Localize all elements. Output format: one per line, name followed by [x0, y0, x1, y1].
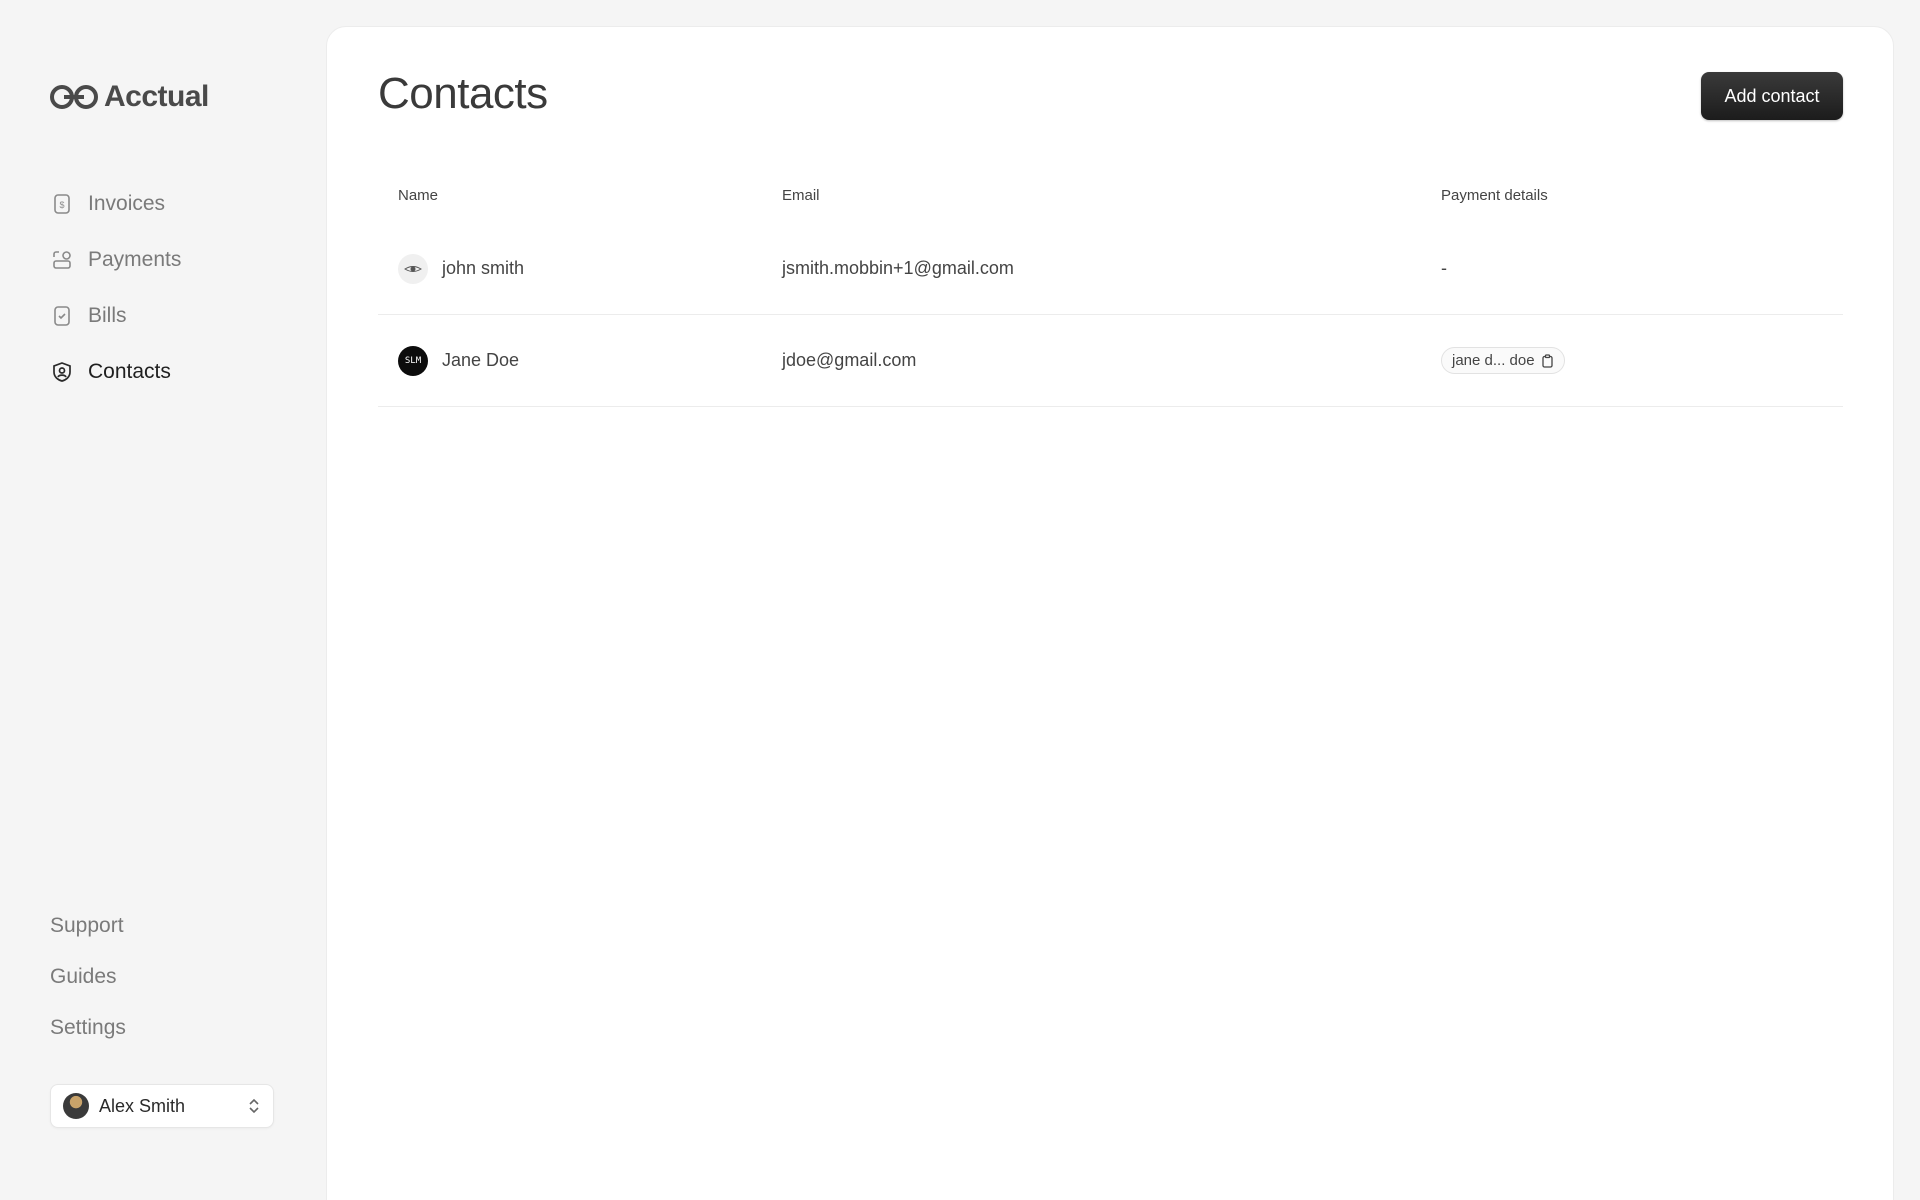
- user-name: Alex Smith: [99, 1095, 186, 1116]
- header-payment-details[interactable]: Payment details: [1441, 187, 1843, 204]
- contact-payment-details-cell: jane d... doe: [1441, 347, 1843, 374]
- contact-avatar: SLM: [398, 345, 428, 376]
- contact-name-cell: SLM Jane Doe: [378, 345, 782, 376]
- chevron-up-down-icon: [247, 1096, 261, 1116]
- invoice-icon: $: [50, 192, 74, 216]
- contact-name-cell: john smith: [378, 253, 782, 284]
- sidebar-item-invoices[interactable]: $ Invoices: [50, 176, 300, 232]
- brand-logo[interactable]: Acctual: [50, 80, 209, 114]
- bill-icon: [50, 304, 74, 328]
- sidebar-nav: $ Invoices Payments Bills Contacts: [50, 176, 300, 400]
- support-link[interactable]: Support: [50, 900, 300, 951]
- page-title: Contacts: [378, 69, 548, 118]
- contact-icon: [50, 360, 74, 384]
- header-name[interactable]: Name: [378, 187, 782, 204]
- contact-email: jsmith.mobbin+1@gmail.com: [782, 258, 1014, 278]
- header-email[interactable]: Email: [782, 187, 1441, 204]
- payment-details-text: jane d... doe: [1452, 352, 1535, 369]
- table-row[interactable]: john smith jsmith.mobbin+1@gmail.com -: [378, 223, 1843, 315]
- table-row[interactable]: SLM Jane Doe jdoe@gmail.com jane d... do…: [378, 315, 1843, 407]
- add-contact-button[interactable]: Add contact: [1701, 72, 1843, 120]
- contacts-table: Name Email Payment details john smith js…: [378, 167, 1843, 407]
- logo-mark-icon: [50, 85, 98, 109]
- main-panel: Contacts Add contact Name Email Payment …: [326, 26, 1894, 1200]
- app-root: Acctual $ Invoices Payments Bills Contac…: [0, 0, 1920, 1200]
- contact-name: john smith: [442, 258, 525, 278]
- sidebar-item-label: Bills: [88, 304, 127, 327]
- sidebar-item-label: Payments: [88, 248, 182, 271]
- sidebar-item-bills[interactable]: Bills: [50, 288, 300, 344]
- brand-name: Acctual: [104, 80, 209, 113]
- sidebar-item-label: Invoices: [88, 192, 166, 215]
- sidebar-item-label: Contacts: [88, 360, 171, 383]
- contact-avatar: [398, 253, 428, 284]
- table-header: Name Email Payment details: [378, 167, 1843, 223]
- settings-link[interactable]: Settings: [50, 1002, 300, 1053]
- payment-details-chip[interactable]: jane d... doe: [1441, 347, 1565, 374]
- guides-link[interactable]: Guides: [50, 951, 300, 1002]
- payments-icon: [50, 248, 74, 272]
- sidebar-item-payments[interactable]: Payments: [50, 232, 300, 288]
- user-avatar: [63, 1093, 89, 1119]
- copy-icon[interactable]: [1541, 353, 1554, 368]
- contact-payment-details: -: [1441, 258, 1447, 278]
- secondary-nav: Support Guides Settings: [50, 900, 300, 1053]
- sidebar: Acctual $ Invoices Payments Bills Contac…: [0, 0, 326, 1200]
- user-switcher[interactable]: Alex Smith: [50, 1084, 274, 1128]
- sidebar-item-contacts[interactable]: Contacts: [50, 344, 300, 400]
- contact-name: Jane Doe: [442, 350, 520, 370]
- svg-text:$: $: [59, 200, 64, 210]
- contact-email: jdoe@gmail.com: [782, 350, 917, 370]
